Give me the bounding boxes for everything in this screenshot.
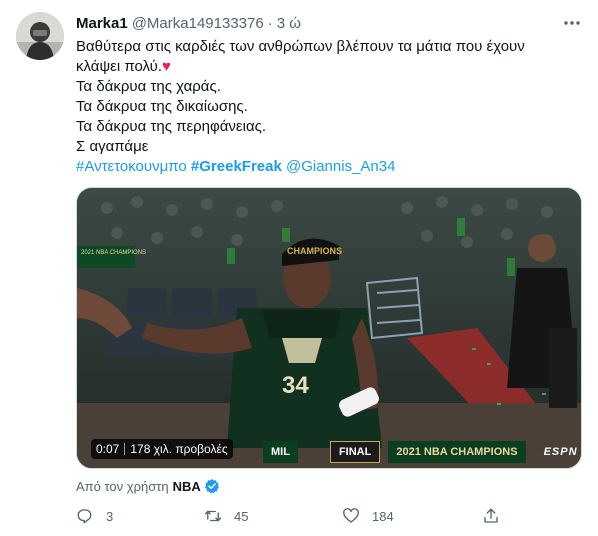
video-view-count: 178 χιλ. προβολές: [130, 442, 228, 456]
like-button[interactable]: 184: [342, 505, 394, 527]
tweet[interactable]: Marka1 @Marka149133376 · 3 ώ Βαθύτερα στ…: [0, 0, 598, 536]
cap-text: CHAMPIONS: [287, 246, 342, 256]
retweet-button[interactable]: 45: [204, 505, 248, 527]
tweet-text-line: Τα δάκρυα της δικαίωσης.: [76, 98, 248, 115]
verified-badge-icon: [204, 479, 219, 494]
hashtag-link[interactable]: #Αντετοκουνμπο: [76, 158, 187, 175]
jersey-number: 34: [282, 372, 309, 399]
tweet-text-line: Βαθύτερα στις καρδιές των ανθρώπων βλέπο…: [76, 38, 525, 55]
tweet-text-line: κλάψει πολύ.♥: [76, 57, 582, 77]
scorebug-team: MIL: [263, 441, 298, 463]
avatar-image: [16, 12, 64, 60]
tweet-text-line: Τα δάκρυα της περηφάνειας.: [76, 118, 267, 135]
avatar[interactable]: [16, 12, 64, 60]
scorebug-banner: 2021 NBA CHAMPIONS: [388, 441, 526, 463]
scorebug: MIL FINAL 2021 NBA CHAMPIONS ESPN: [263, 439, 578, 465]
tweet-text-fragment: κλάψει πολύ.: [76, 58, 163, 75]
tweet-tags-line: #Αντετοκουνμπο #GreekFreak @Giannis_An34: [76, 157, 582, 177]
reply-icon: [77, 509, 92, 524]
more-dots-icon[interactable]: [562, 13, 582, 33]
video-frame: 2021 NBA CHAMPIONS 34 CHAMPIONS: [77, 188, 581, 468]
tweet-timestamp[interactable]: 3 ώ: [277, 15, 301, 32]
reply-button[interactable]: 3: [76, 505, 113, 527]
share-button[interactable]: [482, 505, 512, 527]
attribution-user-link[interactable]: NBA: [173, 479, 201, 494]
tweet-text-line: Τα δάκρυα της χαράς.: [76, 78, 221, 95]
hashtag-link[interactable]: #GreekFreak: [191, 158, 282, 175]
video-player[interactable]: 2021 NBA CHAMPIONS 34 CHAMPIONS 0:07 178…: [76, 187, 582, 469]
retweet-icon: [204, 510, 222, 522]
retweet-count: 45: [234, 508, 249, 524]
scorebug-status: FINAL: [329, 441, 381, 463]
share-icon: [484, 508, 498, 523]
tweet-text: Βαθύτερα στις καρδιές των ανθρώπων βλέπο…: [76, 37, 582, 177]
media-attribution: Από τον χρήστη NBA: [76, 477, 220, 495]
reply-count: 3: [106, 508, 114, 524]
video-time-pill: 0:07 178 χιλ. προβολές: [91, 439, 233, 459]
network-logo: ESPN: [543, 446, 578, 458]
tweet-actions: 3 45 184: [76, 505, 506, 527]
red-heart-emoji: ♥: [162, 58, 171, 75]
like-count: 184: [372, 508, 394, 524]
author-display-name[interactable]: Marka1: [76, 15, 128, 32]
tweet-text-line: Σ αγαπάμε: [76, 138, 149, 155]
video-timestamp: 0:07: [96, 442, 120, 456]
tweet-header: Marka1 @Marka149133376 · 3 ώ: [76, 13, 582, 33]
heart-icon: [343, 508, 359, 523]
separator-dot: ·: [267, 14, 273, 32]
author-handle[interactable]: @Marka149133376: [132, 15, 264, 32]
attribution-prefix: Από τον χρήστη: [76, 478, 169, 494]
arena-board-text: 2021 NBA CHAMPIONS: [81, 250, 146, 256]
mention-link[interactable]: @Giannis_An34: [286, 158, 395, 175]
